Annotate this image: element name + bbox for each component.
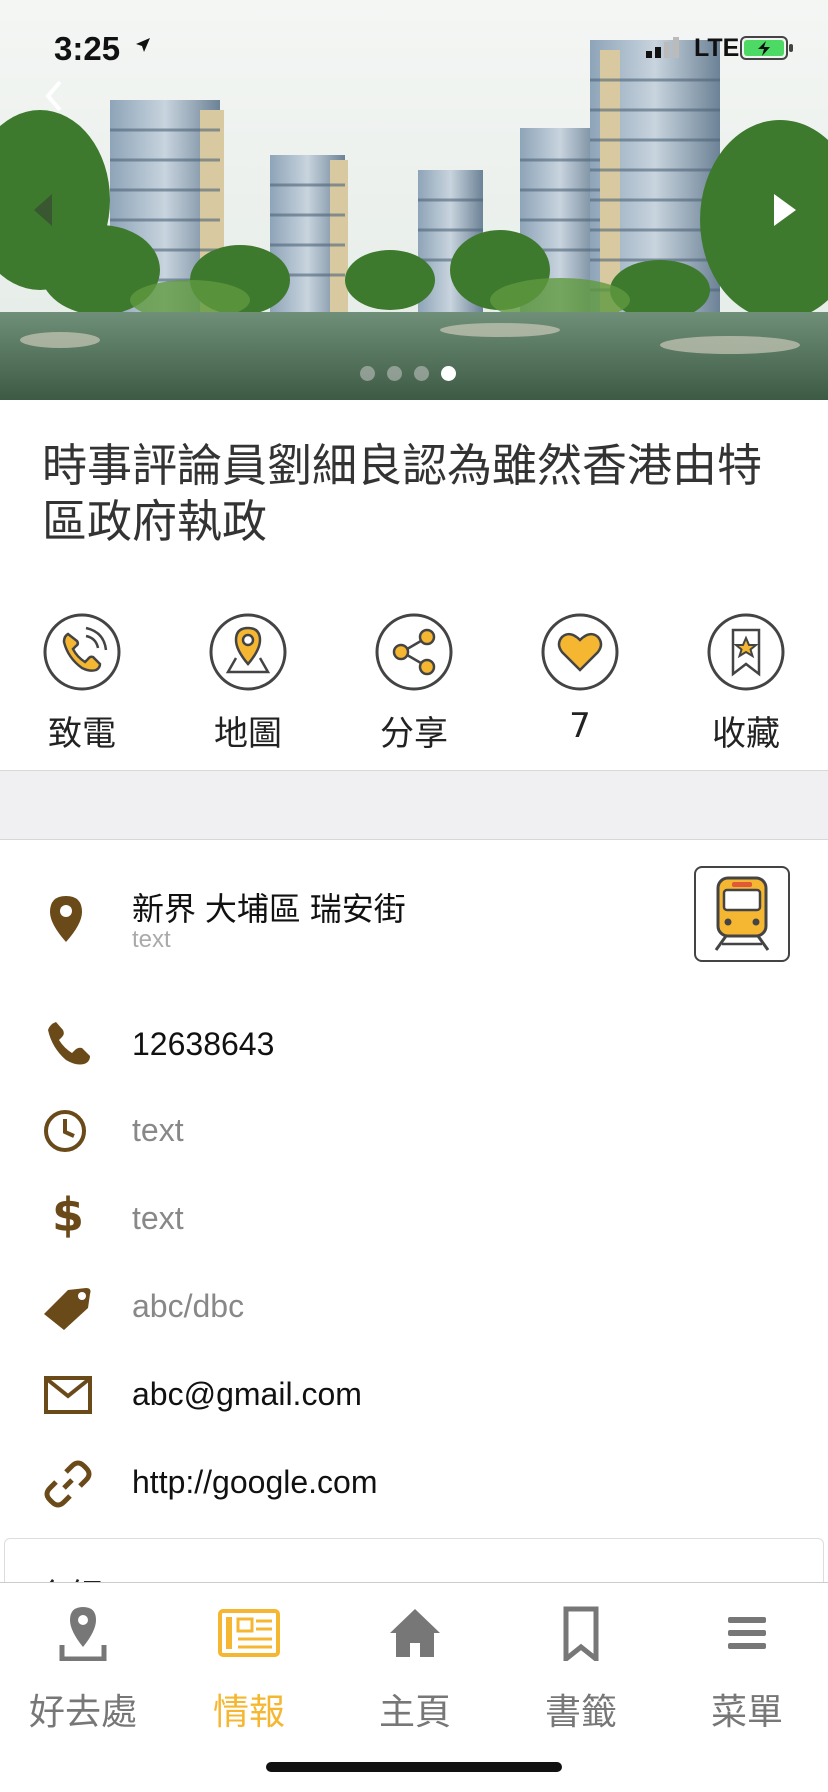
carousel-next-icon[interactable] (770, 190, 800, 230)
app-screen: 3:25 LTE 時事評論員劉細良認為雖然香港由特區政府執政 致電 地圖 分享 … (0, 0, 828, 1792)
tab-label: 主頁 (378, 1692, 451, 1733)
menu-icon (728, 1617, 766, 1649)
address-subtext: text (132, 926, 171, 953)
link-icon (44, 1460, 92, 1508)
carousel-dots[interactable] (360, 366, 456, 381)
carousel-dot[interactable] (360, 366, 375, 381)
back-arrow-icon[interactable] (44, 80, 64, 112)
location-icon (59, 1607, 107, 1661)
heart-icon (541, 613, 619, 691)
tab-bar: 好去處 情報 主頁 書籤 菜單 (0, 1582, 828, 1792)
share-action[interactable]: 分享 (344, 610, 484, 770)
action-bar: 致電 地圖 分享 7 收藏 (0, 610, 828, 770)
carousel-prev-icon[interactable] (30, 190, 54, 230)
location-pin-icon (50, 896, 82, 942)
favorite-action[interactable]: 收藏 (676, 610, 816, 770)
tab-places[interactable]: 好去處 (0, 1583, 166, 1733)
bookmark-icon (563, 1606, 599, 1661)
email-text[interactable]: abc@gmail.com (132, 1376, 362, 1413)
share-label: 分享 (380, 714, 448, 754)
status-time: 3:25 (54, 30, 121, 67)
tab-news[interactable]: 情報 (166, 1583, 332, 1733)
hours-text: text (132, 1112, 184, 1148)
address-text: 新界 大埔區 瑞安街 (132, 891, 406, 927)
clock-icon (44, 1110, 86, 1152)
phone-handset-icon (48, 1022, 90, 1065)
map-label: 地圖 (214, 714, 282, 754)
newspaper-icon (218, 1609, 280, 1657)
share-icon (375, 613, 453, 691)
phone-text[interactable]: 12638643 (132, 1026, 274, 1063)
location-arrow-icon (136, 38, 150, 52)
hero-carousel[interactable]: 3:25 LTE (0, 0, 828, 400)
train-button[interactable] (694, 866, 790, 962)
like-action[interactable]: 7 (510, 610, 650, 770)
carousel-dot-active[interactable] (441, 366, 456, 381)
website-text[interactable]: http://google.com (132, 1464, 377, 1501)
battery-icon (740, 36, 793, 60)
tab-menu[interactable]: 菜單 (664, 1583, 828, 1733)
tab-home[interactable]: 主頁 (332, 1583, 498, 1733)
map-action[interactable]: 地圖 (178, 610, 318, 770)
section-divider (0, 770, 828, 840)
tab-label: 好去處 (28, 1692, 137, 1733)
call-action[interactable]: 致電 (12, 610, 152, 770)
tab-label: 書籤 (544, 1692, 617, 1733)
dollar-icon: $ (52, 1188, 85, 1242)
home-icon (390, 1609, 440, 1657)
favorite-label: 收藏 (712, 714, 780, 754)
tab-bookmarks[interactable]: 書籤 (498, 1583, 664, 1733)
map-pin-icon (209, 613, 287, 691)
signal-icon (646, 37, 679, 58)
status-bar: 3:25 LTE (0, 0, 828, 100)
call-label: 致電 (48, 714, 116, 754)
tab-label: 情報 (212, 1692, 285, 1733)
article-title: 時事評論員劉細良認為雖然香港由特區政府執政 (42, 439, 763, 548)
phone-icon (43, 613, 121, 691)
like-count: 7 (569, 706, 591, 746)
carousel-dot[interactable] (414, 366, 429, 381)
tab-label: 菜單 (710, 1692, 783, 1733)
tag-icon (44, 1288, 91, 1330)
bookmark-star-icon (707, 613, 785, 691)
train-icon (714, 876, 770, 951)
network-type: LTE (694, 34, 740, 62)
mail-icon (44, 1376, 92, 1414)
price-text: text (132, 1200, 184, 1236)
carousel-dot[interactable] (387, 366, 402, 381)
tags-text: abc/dbc (132, 1288, 245, 1324)
home-indicator[interactable] (266, 1762, 562, 1772)
